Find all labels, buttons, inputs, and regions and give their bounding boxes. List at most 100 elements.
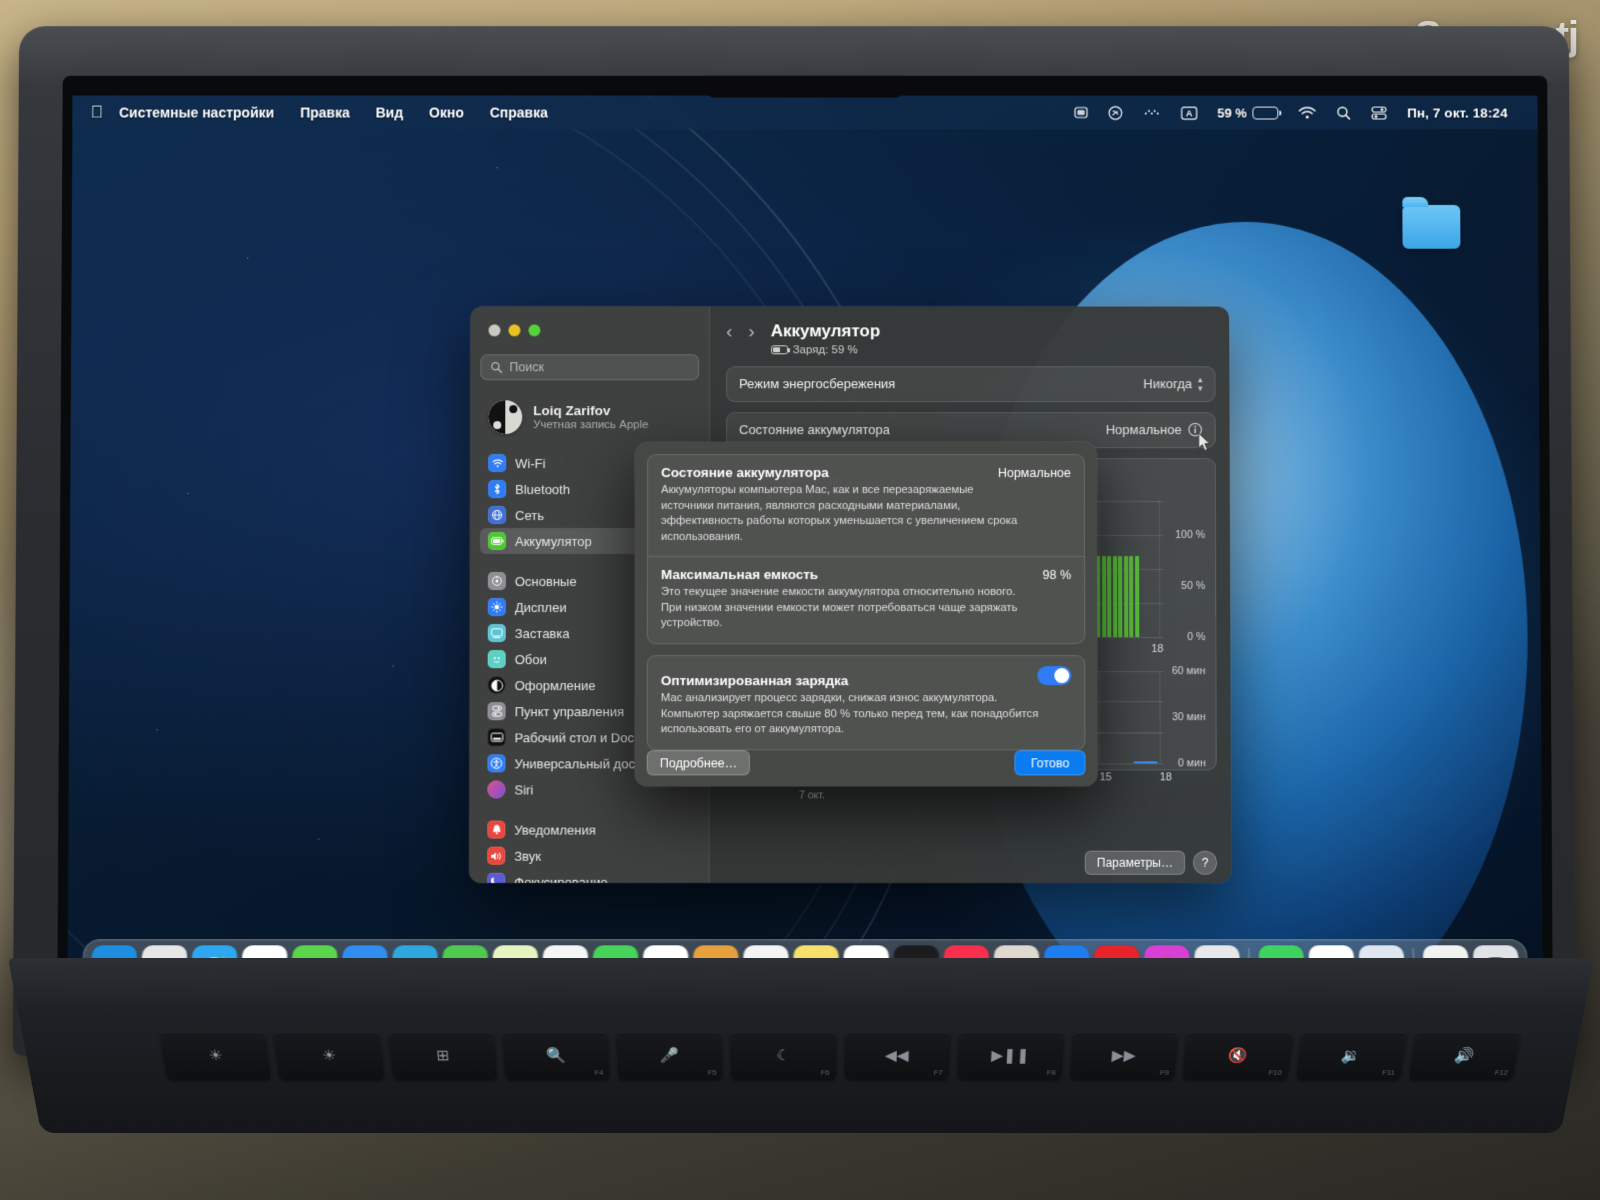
siri-icon: [487, 780, 506, 799]
sidebar-item-label: Пункт управления: [514, 703, 625, 719]
function-key[interactable]: ☀: [273, 1031, 384, 1080]
control-center-icon[interactable]: [1371, 105, 1387, 120]
sidebar-item-label: Рабочий стол и Dock: [514, 729, 641, 745]
battery-percent-label: 59 %: [1217, 105, 1247, 120]
zoom-button[interactable]: [528, 324, 541, 337]
accessibility-icon: [487, 754, 506, 773]
key-fn-label: F4: [594, 1068, 604, 1077]
key-glyph-icon: ▶▶: [1111, 1048, 1137, 1064]
search-placeholder: Поиск: [509, 360, 544, 375]
battery-status-indicator[interactable]: 59 %: [1217, 105, 1279, 120]
function-key[interactable]: ☾ F6: [730, 1031, 836, 1080]
battery-health-dialog[interactable]: Состояние аккумулятора Нормальное Аккуму…: [634, 442, 1098, 787]
battery-charge-subtitle: Заряд: 59 %: [770, 344, 881, 356]
key-fn-label: F10: [1268, 1068, 1283, 1077]
apple-logo-icon[interactable]: : [90, 103, 103, 123]
desktop-folder-item[interactable]: [1398, 204, 1464, 252]
minimize-button[interactable]: [508, 324, 521, 337]
function-key[interactable]: 🎤 F5: [616, 1031, 723, 1080]
x-tick-mid: 18: [1151, 642, 1164, 655]
sidebar-item-label: Оформление: [514, 677, 596, 693]
popup-selected-value: Никогда: [1143, 376, 1192, 392]
options-button[interactable]: Параметры…: [1084, 850, 1186, 875]
key-glyph-icon: ☀: [321, 1048, 338, 1064]
window-traffic-lights[interactable]: [481, 306, 700, 337]
function-key[interactable]: 🔉 F11: [1295, 1031, 1407, 1080]
keyboard-brightness-icon[interactable]: [1142, 107, 1160, 119]
function-key[interactable]: ▶▶ F9: [1069, 1031, 1179, 1080]
chevron-left-icon[interactable]: ‹: [726, 321, 732, 342]
menu-bar[interactable]:  Системные настройки Правка Вид Окно Сп…: [72, 95, 1538, 130]
row-low-power-mode[interactable]: Режим энергосбережения Никогда ▴ ▾: [727, 367, 1214, 401]
chevron-right-icon[interactable]: ›: [748, 321, 754, 342]
folder-icon: [1402, 204, 1461, 249]
input-source-icon[interactable]: A: [1180, 105, 1197, 120]
menu-item-view[interactable]: Вид: [376, 105, 404, 121]
svg-text:A: A: [1186, 108, 1193, 118]
more-info-button[interactable]: Подробнее…: [646, 750, 751, 776]
optimized-charging-toggle[interactable]: [1037, 666, 1072, 686]
menu-item-edit[interactable]: Правка: [300, 105, 350, 121]
menu-bar-clock[interactable]: Пн, 7 окт. 18:24: [1407, 105, 1507, 120]
spotlight-search-icon[interactable]: [1336, 105, 1351, 120]
key-fn-label: F6: [820, 1068, 830, 1077]
sidebar-item-label: Wi-Fi: [515, 455, 546, 471]
menu-item-window[interactable]: Окно: [429, 105, 464, 121]
key-glyph-icon: ⊞: [435, 1048, 450, 1064]
function-key[interactable]: ☀: [159, 1031, 272, 1080]
y-tick-0min: 0 мин: [1178, 757, 1206, 770]
displays-icon: [487, 598, 506, 617]
key-fn-label: F5: [707, 1068, 717, 1077]
account-row[interactable]: Loiq Zarifov Учетная запись Apple: [480, 394, 699, 440]
key-fn-label: F9: [1159, 1068, 1170, 1077]
wallpaper-icon: [487, 650, 506, 669]
key-fn-label: F11: [1381, 1068, 1396, 1077]
menu-item-system-settings[interactable]: Системные настройки: [119, 105, 274, 121]
sidebar-item-notifications[interactable]: Уведомления: [479, 817, 699, 843]
function-key[interactable]: ⊞: [387, 1031, 497, 1080]
chart-bar: [1123, 556, 1128, 637]
function-key[interactable]: 🔇 F10: [1182, 1031, 1293, 1080]
function-key[interactable]: ▶❚❚ F8: [957, 1031, 1065, 1080]
sidebar-item-label: Заставка: [514, 625, 570, 641]
key-fn-label: F7: [933, 1068, 943, 1077]
function-key-row[interactable]: ☀ ☀ ⊞ 🔍 F4 🎤 F5 ☾ F6 ◀◀ F7 ▶❚❚ F8 ▶▶ F9 🔇 F10 🔉 F11 🔊 F12: [159, 1031, 1522, 1080]
key-glyph-icon: ☀: [207, 1048, 224, 1064]
section-title: Состояние аккумулятора: [661, 465, 829, 481]
optimized-charging-card: Оптимизированная зарядка Mac анализирует…: [646, 655, 1086, 751]
focus-icon: [487, 872, 506, 883]
help-button[interactable]: ?: [1192, 850, 1218, 875]
function-key[interactable]: 🔊 F12: [1408, 1031, 1522, 1080]
avatar: [488, 400, 523, 435]
mouse-cursor: [1199, 432, 1212, 452]
shazam-icon[interactable]: [1108, 105, 1123, 120]
row-label: Режим энергосбережения: [739, 376, 896, 392]
screen-bezel:  Системные настройки Правка Вид Окно Сп…: [57, 75, 1553, 1016]
close-button[interactable]: [488, 324, 501, 337]
wifi-icon[interactable]: [1299, 106, 1317, 119]
desktop-dock-icon: [487, 728, 506, 747]
function-key[interactable]: ◀◀ F7: [844, 1031, 951, 1080]
chevron-updown-icon: ▴▾: [1197, 374, 1203, 393]
menu-item-help[interactable]: Справка: [490, 105, 548, 121]
done-button[interactable]: Готово: [1014, 750, 1086, 776]
sidebar-item-label: Звук: [514, 848, 542, 864]
section-body: Аккумуляторы компьютера Mac, как и все п…: [660, 484, 1018, 543]
row-value[interactable]: Нормальное: [1106, 422, 1203, 438]
battery-health-section: Состояние аккумулятора Нормальное Аккуму…: [648, 455, 1084, 556]
chart-bar: [1101, 556, 1106, 637]
wifi-icon: [488, 454, 507, 473]
row-value[interactable]: Никогда ▴ ▾: [1143, 374, 1203, 393]
key-glyph-icon: ▶❚❚: [990, 1048, 1030, 1064]
chart-bar: [1129, 556, 1134, 637]
sidebar-item-focus[interactable]: Фокусирование: [479, 869, 699, 883]
sidebar-item-label: Уведомления: [514, 822, 596, 838]
sidebar-item-sound[interactable]: Звук: [479, 843, 699, 869]
low-power-mode-card[interactable]: Режим энергосбережения Никогда ▴ ▾: [726, 365, 1216, 402]
general-gear-icon: [487, 572, 506, 591]
search-input[interactable]: Поиск: [480, 354, 700, 381]
y-tick-30min: 30 мин: [1172, 710, 1206, 723]
laptop-keyboard-base: ☀ ☀ ⊞ 🔍 F4 🎤 F5 ☾ F6 ◀◀ F7 ▶❚❚ F8 ▶▶ F9 🔇 F10 🔉 F11 🔊 F12: [8, 958, 1594, 1134]
stage-manager-icon[interactable]: [1074, 106, 1088, 120]
function-key[interactable]: 🔍 F4: [502, 1031, 610, 1080]
